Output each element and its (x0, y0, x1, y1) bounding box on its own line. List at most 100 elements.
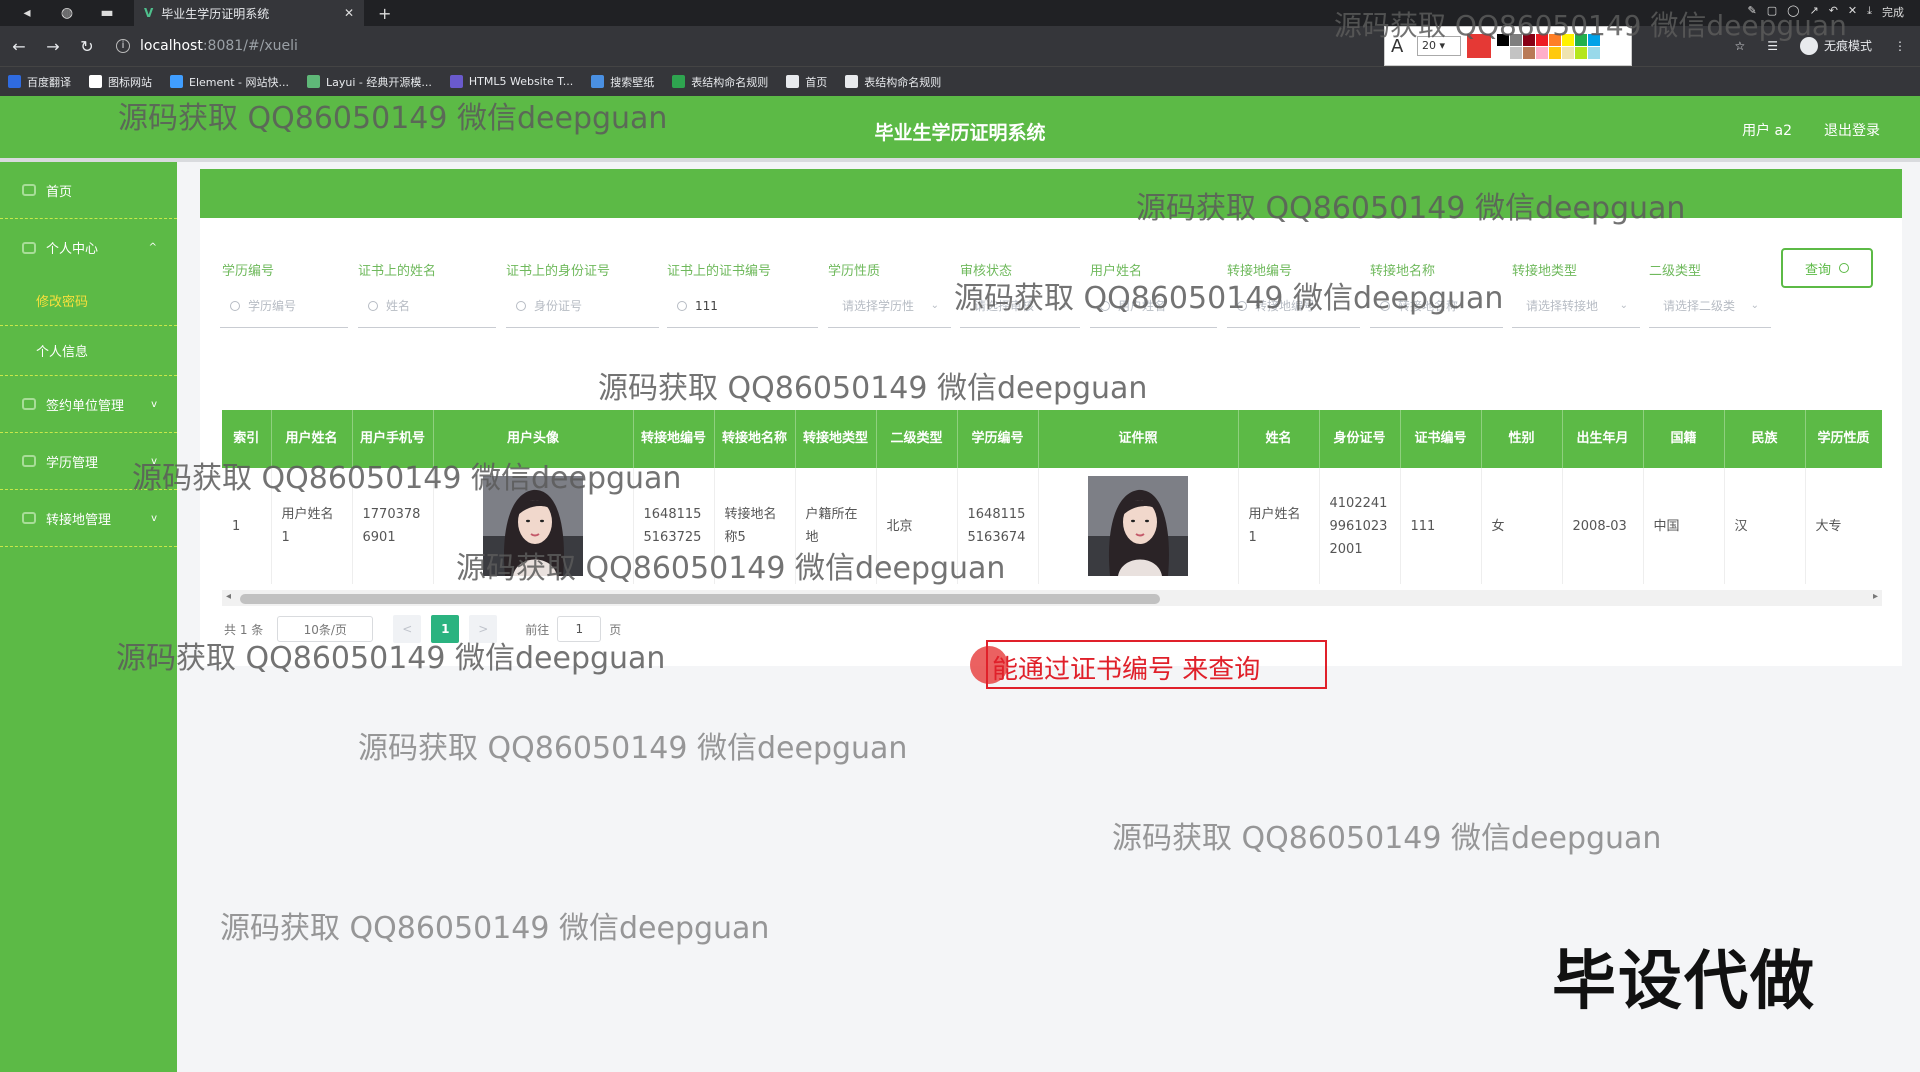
page-size-select[interactable]: 10条/页 (277, 616, 374, 642)
user-name-input[interactable]: 用户姓名 (1090, 284, 1217, 328)
search-icon (1100, 300, 1110, 311)
scroll-left-icon[interactable]: ◂ (226, 591, 231, 602)
url-field[interactable]: i localhost:8081/#/xueli (116, 38, 298, 54)
palette-color-swatch[interactable] (1510, 33, 1522, 46)
filter-label: 二级类型 (1649, 264, 1702, 279)
bookmark-item[interactable]: 表结构命名规则 (672, 74, 768, 90)
cert-number-input[interactable]: 111 (667, 284, 818, 328)
arrow-icon[interactable]: ↗ (1809, 4, 1818, 20)
reading-list-icon[interactable]: ☰ (1767, 39, 1778, 53)
palette-color-swatch[interactable] (1549, 46, 1561, 59)
secondary-type-select[interactable]: 请选择二级类 ⌄ (1649, 284, 1771, 328)
undo-icon[interactable]: ↶ (1829, 4, 1838, 20)
sidebar-item-home[interactable]: 首页 (0, 162, 177, 219)
column-header: 转接地名称 (714, 410, 796, 468)
back-icon[interactable]: ← (4, 37, 34, 56)
bookmark-item[interactable]: Element - 网站快... (170, 74, 289, 90)
palette-color-swatch[interactable] (1497, 33, 1509, 46)
font-icon[interactable]: A (1391, 36, 1411, 57)
bookmark-item[interactable]: 首页 (786, 74, 827, 90)
cell-cert-no: 111 (1400, 468, 1482, 584)
bookmark-item[interactable]: 表结构命名规则 (845, 74, 941, 90)
browser-tab[interactable]: V 毕业生学历证明系统 ✕ (134, 0, 364, 26)
menu-icon[interactable]: ⋮ (1894, 39, 1906, 53)
palette-color-swatch[interactable] (1575, 46, 1587, 59)
sidebar-item-education-management[interactable]: 学历管理 v (0, 433, 177, 490)
transfer-name-input[interactable]: 转接地名称 (1370, 284, 1503, 328)
palette-color-swatch[interactable] (1562, 46, 1574, 59)
prev-page-button[interactable]: < (393, 615, 422, 643)
review-status-select[interactable]: 请选择审核 ⌄ (960, 284, 1080, 328)
close-tab-icon[interactable]: ✕ (344, 6, 354, 20)
sidebar-item-personal-center[interactable]: 个人中心 ^ (0, 219, 177, 276)
page-number-current[interactable]: 1 (431, 615, 460, 643)
bookmark-item[interactable]: HTML5 Website T... (449, 75, 573, 88)
edu-no-input[interactable]: 学历编号 (220, 284, 348, 328)
cert-name-input[interactable]: 姓名 (358, 284, 496, 328)
tab-title: 毕业生学历证明系统 (161, 6, 270, 21)
star-icon[interactable]: ☆ (1734, 39, 1745, 53)
incognito-badge[interactable]: 无痕模式 (1799, 37, 1872, 56)
search-icon (516, 300, 526, 311)
bookmark-item[interactable]: Layui - 经典开源模... (307, 74, 432, 90)
palette-color-swatch[interactable] (1523, 46, 1535, 59)
goto-page-value: 1 (575, 622, 584, 636)
bookmark-item[interactable]: 搜索壁纸 (591, 74, 654, 90)
query-button[interactable]: 查询 (1781, 248, 1873, 288)
scroll-right-icon[interactable]: ▸ (1873, 591, 1878, 602)
done-button[interactable]: 完成 (1882, 4, 1904, 20)
window-icon[interactable]: ▬ (94, 5, 120, 21)
bookmark-icon (591, 75, 605, 88)
palette-color-swatch[interactable] (1510, 46, 1522, 59)
next-page-button[interactable]: > (469, 615, 498, 643)
palette-color-swatch[interactable] (1549, 33, 1561, 46)
info-icon[interactable]: i (116, 39, 130, 53)
palette-color-swatch[interactable] (1523, 33, 1535, 46)
pen-icon[interactable]: ✎ (1748, 4, 1757, 20)
cell-nationality: 中国 (1643, 468, 1725, 584)
bookmark-icon (89, 75, 102, 88)
filter-inputs: 学历编号 姓名 身份证号 111 请选择学历性 ⌄ 请选择审核 ⌄ 用户姓名 转接地… (220, 284, 1780, 328)
palette-color-swatch[interactable] (1588, 33, 1600, 46)
bookmark-item[interactable]: 百度翻译 (8, 74, 71, 90)
palette-color-swatch[interactable] (1536, 33, 1548, 46)
palette-color-swatch[interactable] (1497, 46, 1509, 59)
reload-icon[interactable]: ↻ (72, 37, 102, 56)
new-tab-button[interactable]: + (378, 4, 391, 23)
transfer-type-select[interactable]: 请选择转接地 ⌄ (1512, 284, 1640, 328)
close-icon[interactable]: ✕ (1848, 4, 1857, 20)
user-avatar-image[interactable] (483, 476, 583, 576)
sidebar-item-change-password[interactable]: 修改密码 (0, 276, 177, 326)
download-icon[interactable]: ⤓ (1867, 4, 1872, 20)
logout-link[interactable]: 退出登录 (1824, 120, 1880, 140)
forward-icon[interactable]: → (38, 37, 68, 56)
font-size-select[interactable]: 20 ▾ (1417, 36, 1461, 56)
chevron-up-icon: ^ (148, 242, 157, 253)
palette-color-swatch[interactable] (1562, 33, 1574, 46)
cert-id-input[interactable]: 身份证号 (506, 284, 659, 328)
transfer-no-input[interactable]: 转接地编号 (1227, 284, 1360, 328)
table-row[interactable]: 1 用户姓名1 17703786901 16481155163725 转接地名称… (222, 468, 1882, 584)
column-header: 学历编号 (957, 410, 1039, 468)
main-content: 学历编号 证书上的姓名 证书上的身份证号 证书上的证书编号 学历性质 审核状态 … (200, 218, 1902, 666)
sidebar-item-personal-info[interactable]: 个人信息 (0, 326, 177, 376)
edu-type-select[interactable]: 请选择学历性 ⌄ (828, 284, 951, 328)
globe-icon[interactable]: ◍ (54, 5, 80, 21)
palette-color-swatch[interactable] (1588, 46, 1600, 59)
scrollbar-thumb[interactable] (240, 594, 1160, 604)
table-scrollbar[interactable]: ◂ ▸ (222, 590, 1882, 606)
sidebar-item-transfer-management[interactable]: 转接地管理 v (0, 490, 177, 547)
goto-page-input[interactable]: 1 (557, 616, 602, 642)
rect-icon[interactable]: ▢ (1767, 4, 1777, 20)
ellipse-icon[interactable]: ◯ (1787, 4, 1799, 20)
palette-color-swatch[interactable] (1575, 33, 1587, 46)
cell-transfer-type: 户籍所在地 (795, 468, 877, 584)
filter-label: 转接地类型 (1512, 264, 1578, 279)
id-photo-image[interactable] (1088, 476, 1188, 576)
audio-icon[interactable]: ◂ (14, 5, 40, 21)
sidebar-item-employer-management[interactable]: 签约单位管理 v (0, 376, 177, 433)
current-color-swatch[interactable] (1467, 34, 1491, 58)
palette-color-swatch[interactable] (1536, 46, 1548, 59)
filter-label: 转接地名称 (1370, 264, 1436, 279)
bookmark-item[interactable]: 图标网站 (89, 74, 152, 90)
